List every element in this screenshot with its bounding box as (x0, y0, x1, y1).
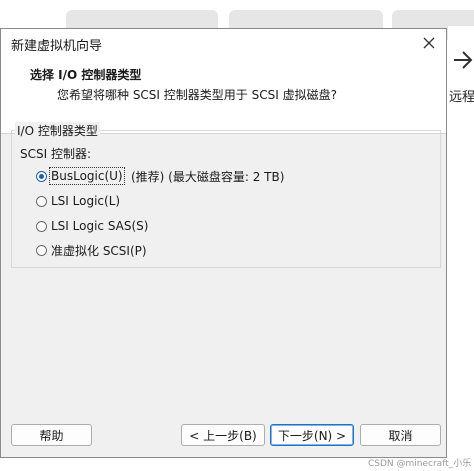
back-button[interactable]: < 上一步(B) (181, 424, 265, 446)
radio-indicator[interactable] (36, 170, 47, 182)
radio-indicator[interactable] (36, 195, 47, 207)
next-button[interactable]: 下一步(N) > (270, 424, 354, 446)
cancel-button[interactable]: 取消 (360, 424, 441, 446)
radio-indicator[interactable] (36, 220, 47, 232)
radio-label: 准虚拟化 SCSI(P) (51, 243, 147, 258)
radio-label: BusLogic(U) (49, 167, 125, 185)
radio-lsi-logic-sas[interactable]: LSI Logic SAS(S) (36, 218, 148, 234)
radio-paravirtual-scsi[interactable]: 准虚拟化 SCSI(P) (36, 242, 147, 258)
scsi-controller-label: SCSI 控制器: (20, 147, 92, 161)
radio-label: LSI Logic SAS(S) (51, 219, 149, 233)
watermark: CSDN @minecraft_小乐 (368, 459, 472, 469)
recommend-note: (推荐) (最大磁盘容量: 2 TB) (131, 170, 285, 184)
group-label: I/O 控制器类型 (15, 122, 100, 139)
arrow-right-icon (454, 51, 473, 69)
radio-buslogic[interactable]: BusLogic(U) (36, 167, 125, 185)
new-vm-wizard-dialog: 新建虚拟机向导 选择 I/O 控制器类型 您希望将哪种 SCSI 控制器类型用于… (0, 28, 447, 458)
radio-indicator[interactable] (36, 244, 47, 256)
help-button[interactable]: 帮助 (11, 424, 92, 446)
close-icon[interactable] (418, 32, 440, 54)
radio-label: LSI Logic(L) (51, 194, 121, 208)
background-remote-label: 远程 (449, 90, 474, 105)
dialog-title: 新建虚拟机向导 (11, 39, 103, 54)
page-title: 选择 I/O 控制器类型 (30, 68, 142, 82)
title-bar: 新建虚拟机向导 (1, 29, 446, 57)
radio-lsi-logic[interactable]: LSI Logic(L) (36, 193, 120, 209)
page-subtitle: 您希望将哪种 SCSI 控制器类型用于 SCSI 虚拟磁盘? (57, 88, 337, 102)
